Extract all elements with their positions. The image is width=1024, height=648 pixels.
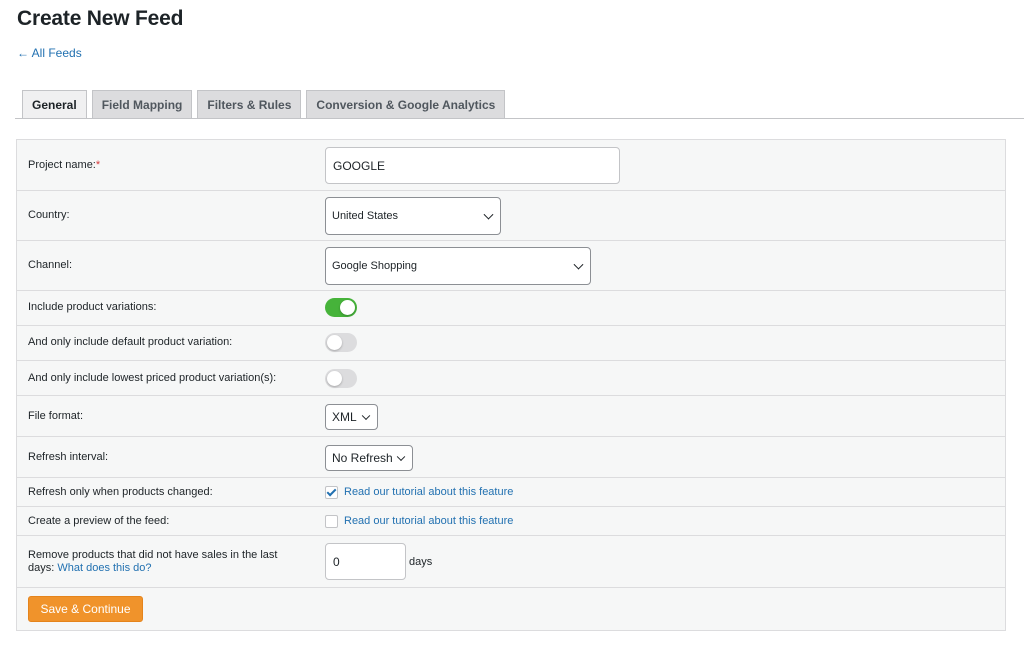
chevron-down-icon (573, 259, 584, 270)
all-feeds-link[interactable]: ← All Feeds (17, 46, 82, 60)
days-suffix: days (409, 556, 433, 568)
refresh-interval-value: No Refresh (332, 451, 393, 465)
channel-label: Channel: (28, 259, 73, 271)
country-value: United States (332, 210, 399, 222)
default-variation-label: And only include default product variati… (28, 336, 233, 348)
default-variation-toggle[interactable] (325, 333, 357, 352)
channel-select[interactable]: Google Shopping (325, 247, 591, 285)
tabs-divider (15, 118, 1024, 119)
row-file-format: File format: XML (17, 396, 1005, 437)
tab-field-mapping[interactable]: Field Mapping (91, 90, 193, 118)
preview-label: Create a preview of the feed: (28, 515, 170, 527)
country-label: Country: (28, 209, 70, 221)
refresh-tutorial-link[interactable]: Read our tutorial about this feature (344, 486, 513, 498)
lowest-priced-label: And only include lowest priced product v… (28, 372, 277, 384)
include-variations-toggle[interactable] (325, 298, 357, 317)
row-preview: Create a preview of the feed: Read our t… (17, 507, 1005, 536)
tab-filters-rules[interactable]: Filters & Rules (197, 90, 302, 118)
file-format-label: File format: (28, 410, 84, 422)
row-include-variations: Include product variations: (17, 291, 1005, 326)
tab-conversion-analytics[interactable]: Conversion & Google Analytics (306, 90, 506, 118)
file-format-value: XML (332, 410, 357, 424)
row-refresh-interval: Refresh interval: No Refresh (17, 437, 1005, 478)
include-variations-label: Include product variations: (28, 301, 157, 313)
toggle-knob (327, 371, 342, 386)
remove-products-label: Remove products that did not have sales … (28, 549, 278, 574)
row-remove-products: Remove products that did not have sales … (17, 536, 1005, 588)
refresh-changed-checkbox[interactable] (325, 486, 338, 499)
feed-settings-form: Project name:* GOOGLE Country: United St… (16, 139, 1006, 631)
chevron-down-icon (396, 452, 406, 462)
refresh-changed-label: Refresh only when products changed: (28, 486, 213, 498)
lowest-priced-toggle[interactable] (325, 369, 357, 388)
tab-bar: General Field Mapping Filters & Rules Co… (22, 90, 506, 119)
file-format-select[interactable]: XML (325, 404, 378, 430)
project-name-input[interactable]: GOOGLE (325, 147, 620, 184)
channel-value: Google Shopping (332, 260, 418, 272)
refresh-interval-label: Refresh interval: (28, 451, 109, 463)
tab-general[interactable]: General (22, 90, 87, 119)
chevron-down-icon (483, 209, 494, 220)
country-select[interactable]: United States (325, 197, 501, 235)
chevron-down-icon (361, 411, 371, 421)
toggle-knob (327, 335, 342, 350)
refresh-interval-select[interactable]: No Refresh (325, 445, 413, 471)
row-country: Country: United States (17, 191, 1005, 241)
row-channel: Channel: Google Shopping (17, 241, 1005, 291)
preview-tutorial-link[interactable]: Read our tutorial about this feature (344, 515, 513, 527)
page-title: Create New Feed (17, 7, 184, 30)
what-does-this-do-link[interactable]: What does this do? (57, 562, 151, 574)
required-mark: * (95, 159, 101, 171)
row-lowest-priced: And only include lowest priced product v… (17, 361, 1005, 396)
row-refresh-changed: Refresh only when products changed: Read… (17, 478, 1005, 507)
save-continue-button[interactable]: Save & Continue (28, 596, 143, 622)
preview-checkbox[interactable] (325, 515, 338, 528)
toggle-knob (340, 300, 355, 315)
row-project-name: Project name:* GOOGLE (17, 140, 1005, 191)
row-default-variation: And only include default product variati… (17, 326, 1005, 361)
checkmark-icon (326, 486, 337, 497)
project-name-label: Project name:* (28, 159, 101, 171)
remove-products-days-input[interactable]: 0 (325, 543, 406, 580)
